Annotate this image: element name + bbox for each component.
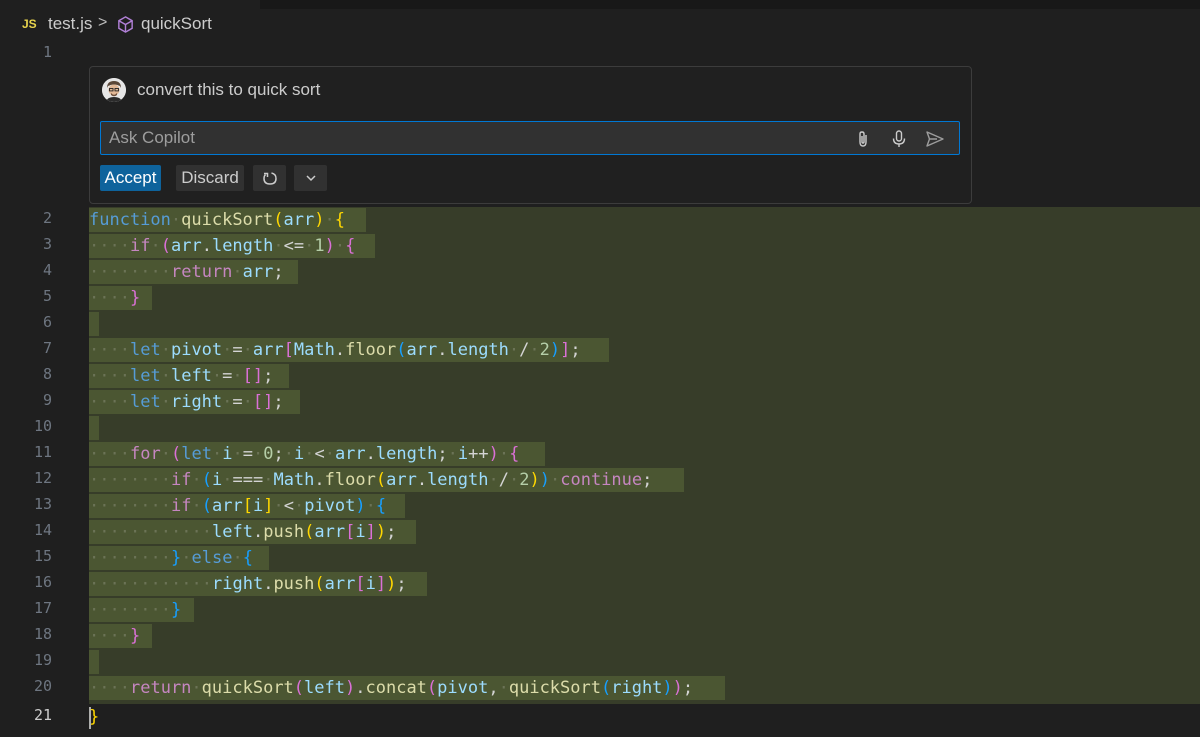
- inserted-text-marker: [89, 416, 99, 440]
- code-line[interactable]: ····for·(let·i·=·0;·i·<·arr.length;·i++)…: [89, 441, 519, 467]
- inserted-text-marker: [89, 650, 99, 674]
- code-line[interactable]: ········if·(i·===·Math.floor(arr.length·…: [89, 467, 652, 493]
- code-line[interactable]: ········if·(arr[i]·<·pivot)·{: [89, 493, 386, 519]
- code-line[interactable]: ········return·arr;: [89, 259, 284, 285]
- text-cursor: [89, 707, 91, 729]
- accept-button[interactable]: Accept: [100, 165, 161, 191]
- paperclip-icon[interactable]: [853, 129, 873, 149]
- line-number: 20: [33, 677, 52, 695]
- line-number: 1: [42, 43, 52, 61]
- discard-button[interactable]: Discard: [176, 165, 244, 191]
- line-number: 15: [33, 547, 52, 565]
- code-line[interactable]: ····let·pivot·=·arr[Math.floor(arr.lengt…: [89, 337, 581, 363]
- line-number-active: 21: [33, 706, 52, 724]
- avatar: [102, 78, 126, 102]
- inline-chat-widget: convert this to quick sort Accept Discar…: [89, 66, 972, 204]
- rerun-request-button[interactable]: [253, 165, 286, 191]
- line-number: 18: [33, 625, 52, 643]
- code-line[interactable]: ····if·(arr.length·<=·1)·{: [89, 233, 355, 259]
- avatar-image: [102, 78, 126, 102]
- line-number: 10: [33, 417, 52, 435]
- line-number: 9: [42, 391, 52, 409]
- breadcrumb-separator: >: [98, 14, 108, 31]
- breadcrumb-symbol[interactable]: quickSort: [141, 14, 212, 34]
- ask-copilot-field[interactable]: [100, 121, 960, 155]
- refresh-icon: [262, 172, 277, 185]
- title-strip: [0, 0, 1200, 9]
- code-line[interactable]: ····}: [89, 623, 140, 649]
- line-number: 11: [33, 443, 52, 461]
- chevron-down-icon: [305, 175, 316, 182]
- code-line[interactable]: ············left.push(arr[i]);: [89, 519, 396, 545]
- code-line[interactable]: ····let·left·=·[];: [89, 363, 273, 389]
- line-number: 3: [42, 235, 52, 253]
- code-line[interactable]: ····let·right·=·[];: [89, 389, 284, 415]
- cube-symbol-icon: [118, 16, 133, 33]
- line-number: 4: [42, 261, 52, 279]
- line-number: 7: [42, 339, 52, 357]
- line-number: 13: [33, 495, 52, 513]
- code-line[interactable]: ········}·else·{: [89, 545, 253, 571]
- code-line[interactable]: ····return·quickSort(left).concat(pivot,…: [89, 675, 693, 701]
- javascript-file-icon: JS: [22, 17, 37, 31]
- more-actions-button[interactable]: [294, 165, 327, 191]
- line-number: 6: [42, 313, 52, 331]
- code-line[interactable]: ············right.push(arr[i]);: [89, 571, 407, 597]
- chat-user-message: convert this to quick sort: [137, 80, 321, 99]
- line-number: 5: [42, 287, 52, 305]
- microphone-icon[interactable]: [889, 129, 909, 149]
- tab-bar: [260, 0, 1200, 9]
- send-icon[interactable]: [925, 129, 945, 149]
- ask-copilot-input[interactable]: [101, 122, 841, 154]
- line-number: 16: [33, 573, 52, 591]
- code-line[interactable]: ········}: [89, 597, 181, 623]
- line-number: 12: [33, 469, 52, 487]
- line-number: 8: [42, 365, 52, 383]
- line-number: 2: [42, 209, 52, 227]
- line-number: 19: [33, 651, 52, 669]
- breadcrumb-file[interactable]: test.js: [48, 14, 92, 34]
- code-line[interactable]: ····}: [89, 285, 140, 311]
- inserted-text-marker: [89, 312, 99, 336]
- line-number: 17: [33, 599, 52, 617]
- code-line[interactable]: function·quickSort(arr)·{: [89, 207, 345, 233]
- line-number: 14: [33, 521, 52, 539]
